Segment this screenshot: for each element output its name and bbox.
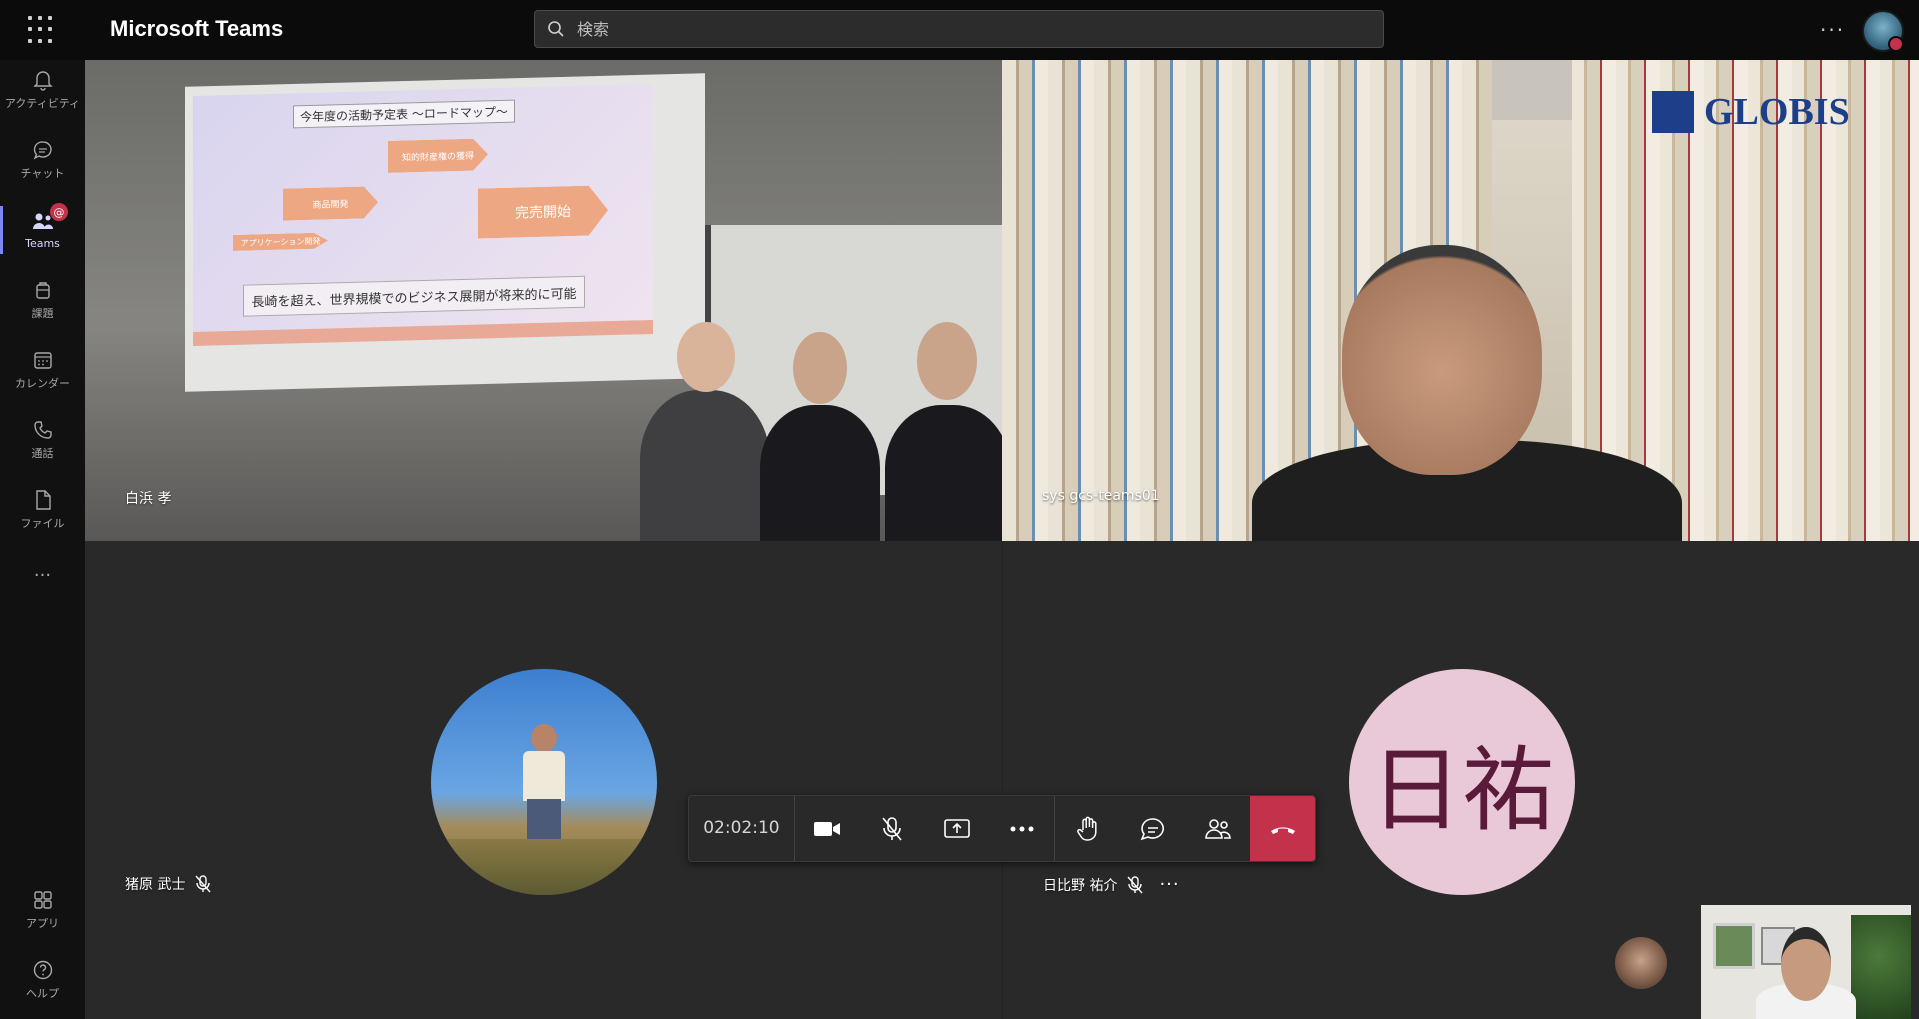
mic-off-icon	[195, 875, 211, 893]
participant-mini-avatar[interactable]	[1615, 937, 1667, 989]
mic-off-icon	[1127, 875, 1143, 893]
self-view-video[interactable]	[1701, 905, 1911, 1019]
student-head	[917, 322, 977, 400]
rail-item-calendar[interactable]: カレンダー	[0, 340, 85, 400]
assignments-icon	[35, 282, 50, 299]
rail-item-files[interactable]: ファイル	[0, 480, 85, 540]
camera-button[interactable]	[795, 796, 860, 861]
rail-item-label: Teams	[25, 236, 60, 250]
slide-footer: 長崎を超え、世界規模でのビジネス展開が将来的に可能	[243, 275, 585, 317]
apps-icon	[33, 891, 52, 909]
rail-item-help[interactable]: ヘルプ	[0, 950, 85, 1010]
people-icon	[1204, 818, 1231, 839]
bell-icon	[32, 71, 53, 91]
more-actions-button[interactable]	[990, 796, 1055, 861]
rail-item-apps[interactable]: アプリ	[0, 880, 85, 940]
file-icon	[35, 490, 51, 510]
participant-name: 白浜 孝	[125, 491, 172, 507]
participants-button[interactable]	[1185, 796, 1250, 861]
participant-name-label: 日比野 祐介 ···	[1043, 874, 1180, 895]
participant-initials-avatar: 日祐	[1349, 669, 1575, 895]
call-timer: 02:02:10	[689, 796, 795, 861]
self-head	[1781, 927, 1831, 1001]
participant-name-label: sys gcs-teams01	[1042, 488, 1160, 504]
app-launcher-icon[interactable]	[28, 16, 56, 44]
rail-item-activity[interactable]: アクティビティ	[0, 60, 85, 120]
participant-more-icon[interactable]: ···	[1159, 874, 1179, 895]
settings-more-icon[interactable]: ···	[1820, 18, 1845, 42]
presentation-slide: 今年度の活動予定表 〜ロードマップ〜 商品開発 知的財産権の獲得 完売開始 アプ…	[193, 83, 653, 347]
student-figure	[885, 405, 1002, 541]
calendar-icon	[33, 352, 52, 369]
video-tile-sys-gcs-teams01[interactable]: GLOBIS sys gcs-teams01	[1002, 60, 1919, 541]
chat-icon	[33, 141, 52, 160]
participant-name: 猪原 武士	[125, 877, 186, 893]
hang-up-icon	[1270, 826, 1295, 834]
speaker-head	[1342, 245, 1542, 475]
chat-button[interactable]	[1120, 796, 1185, 861]
slide-arrow: 完売開始	[478, 185, 608, 238]
search-icon	[548, 21, 564, 37]
slide-title: 今年度の活動予定表 〜ロードマップ〜	[293, 99, 515, 129]
slide-arrow: 知的財産権の獲得	[388, 138, 488, 173]
chat-icon	[1140, 817, 1164, 840]
hand-icon	[1076, 816, 1097, 841]
rail-item-assignments[interactable]: 課題	[0, 270, 85, 330]
leave-call-button[interactable]	[1250, 796, 1315, 861]
globis-logo: GLOBIS	[1652, 90, 1850, 134]
presence-busy-icon	[1888, 36, 1904, 52]
rail-item-label: アプリ	[26, 917, 59, 930]
wall-picture	[1713, 923, 1755, 969]
mention-badge: @	[50, 203, 68, 221]
rail-item-chat[interactable]: チャット	[0, 130, 85, 190]
more-icon: ...	[33, 559, 52, 581]
help-icon	[33, 960, 52, 980]
rail-item-label: 通話	[31, 447, 54, 460]
student-head	[793, 332, 847, 404]
raise-hand-button[interactable]	[1054, 796, 1120, 861]
more-icon	[1010, 826, 1034, 831]
student-figure	[640, 390, 770, 541]
video-tile-inohara[interactable]: 猪原 武士	[85, 541, 1002, 1019]
top-bar: Microsoft Teams ···	[0, 0, 1919, 60]
share-screen-icon	[944, 818, 970, 838]
slide-arrow: 商品開発	[283, 186, 378, 220]
rail-item-calls[interactable]: 通話	[0, 410, 85, 470]
rail-item-label: ヘルプ	[26, 987, 59, 1000]
call-control-bar: 02:02:10	[688, 795, 1316, 862]
search-box[interactable]	[534, 10, 1384, 48]
rail-item-teams[interactable]: Teams @	[0, 200, 85, 260]
profile-avatar[interactable]	[1862, 10, 1904, 52]
rail-item-label: アクティビティ	[4, 97, 81, 110]
app-title: Microsoft Teams	[110, 16, 284, 41]
rail-item-label: 課題	[31, 307, 54, 320]
rail-item-label: ファイル	[20, 517, 65, 530]
app-rail: アクティビティ チャット Teams @ 課題 カレンダー 通話 ファイル ..…	[0, 60, 85, 1019]
participant-name: 日比野 祐介	[1043, 877, 1118, 894]
share-screen-button[interactable]	[925, 796, 990, 861]
student-head	[677, 322, 735, 392]
rail-more[interactable]: ...	[0, 555, 85, 585]
rail-item-label: カレンダー	[15, 377, 70, 390]
camera-icon	[814, 821, 841, 836]
rail-item-label: チャット	[20, 167, 65, 180]
video-tile-shirahama[interactable]: 今年度の活動予定表 〜ロードマップ〜 商品開発 知的財産権の獲得 完売開始 アプ…	[85, 60, 1002, 541]
phone-icon	[33, 421, 52, 439]
microphone-button[interactable]	[860, 796, 925, 861]
mic-off-icon	[882, 816, 902, 841]
plant	[1851, 915, 1911, 1019]
slide-arrow: アプリケーション開発	[233, 232, 328, 250]
participant-name-label: 白浜 孝	[125, 488, 171, 508]
student-figure	[760, 405, 880, 541]
participant-name: sys gcs-teams01	[1042, 488, 1160, 504]
search-input[interactable]	[575, 18, 1359, 40]
participant-avatar-photo	[431, 669, 657, 895]
globis-logo-text: GLOBIS	[1704, 91, 1850, 133]
participant-name-label: 猪原 武士	[125, 874, 211, 894]
globis-logo-mark	[1652, 91, 1694, 133]
